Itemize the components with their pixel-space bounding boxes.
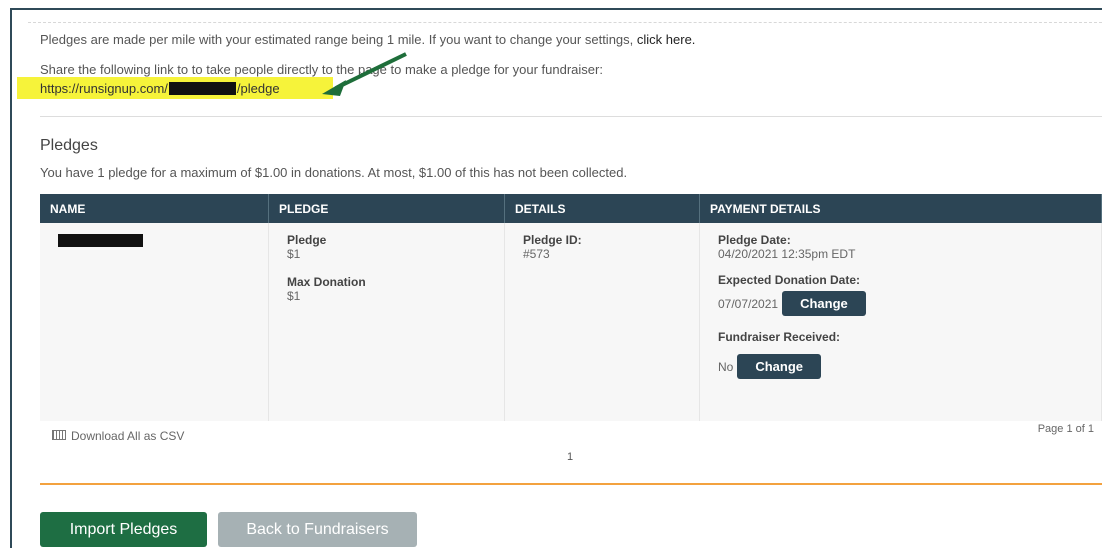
share-link-prefix: https://runsignup.com/: [40, 81, 168, 96]
download-csv-link[interactable]: Download All as CSV: [52, 429, 184, 443]
download-csv-label: Download All as CSV: [71, 429, 185, 443]
cell-payment-details: Pledge Date: 04/20/2021 12:35pm EDT Expe…: [699, 223, 1102, 421]
pledges-table: NAME PLEDGE DETAILS PAYMENT DETAILS Pled…: [40, 194, 1102, 421]
redaction-bar: [168, 82, 236, 95]
col-header-name: NAME: [40, 194, 269, 223]
orange-divider: [40, 483, 1102, 485]
settings-notice: Pledges are made per mile with your esti…: [40, 32, 695, 47]
col-header-payment-details: PAYMENT DETAILS: [699, 194, 1102, 223]
change-received-button[interactable]: Change: [737, 354, 822, 379]
pledges-summary: You have 1 pledge for a maximum of $1.00…: [40, 165, 628, 180]
page-info: Page 1 of 1: [1037, 423, 1094, 435]
fundraiser-received-label: Fundraiser Received:: [718, 330, 841, 344]
pledge-date-value: 04/20/2021 12:35pm EDT: [718, 247, 856, 261]
cell-name: [40, 223, 269, 421]
import-pledges-button[interactable]: Import Pledges: [40, 512, 207, 547]
expected-date-label: Expected Donation Date:: [718, 273, 861, 287]
share-link-suffix: /pledge: [236, 81, 280, 96]
max-donation-value: $1: [287, 289, 301, 303]
redacted-name: [58, 234, 143, 247]
pledge-id-label: Pledge ID:: [523, 233, 582, 247]
cell-pledge: Pledge $1 Max Donation $1: [268, 223, 505, 421]
back-to-fundraisers-button[interactable]: Back to Fundraisers: [218, 512, 417, 547]
expected-date-value: 07/07/2021: [718, 296, 779, 311]
pledge-label: Pledge: [287, 233, 327, 247]
col-header-pledge: PLEDGE: [268, 194, 505, 223]
fundraiser-received-value: No: [718, 359, 734, 374]
pledge-id-value: #573: [523, 247, 550, 261]
top-divider: [28, 22, 1102, 23]
table-row: Pledge $1 Max Donation $1 Pledge ID: #57…: [40, 223, 1102, 421]
pledge-share-link[interactable]: https://runsignup.com/ /pledge: [40, 81, 280, 96]
max-donation-label: Max Donation: [287, 275, 366, 289]
settings-link[interactable]: click here.: [637, 32, 696, 47]
page-number-link[interactable]: 1: [567, 451, 573, 463]
section-divider: [40, 116, 1102, 117]
pledges-heading: Pledges: [40, 137, 98, 154]
pledge-date-label: Pledge Date:: [718, 233, 791, 247]
cell-details: Pledge ID: #573: [504, 223, 700, 421]
col-header-details: DETAILS: [504, 194, 700, 223]
annotation-arrow-icon: [322, 52, 407, 96]
settings-notice-text: Pledges are made per mile with your esti…: [40, 32, 637, 47]
change-expected-date-button[interactable]: Change: [782, 291, 866, 316]
pledge-value: $1: [287, 247, 301, 261]
table-icon: [52, 430, 66, 440]
